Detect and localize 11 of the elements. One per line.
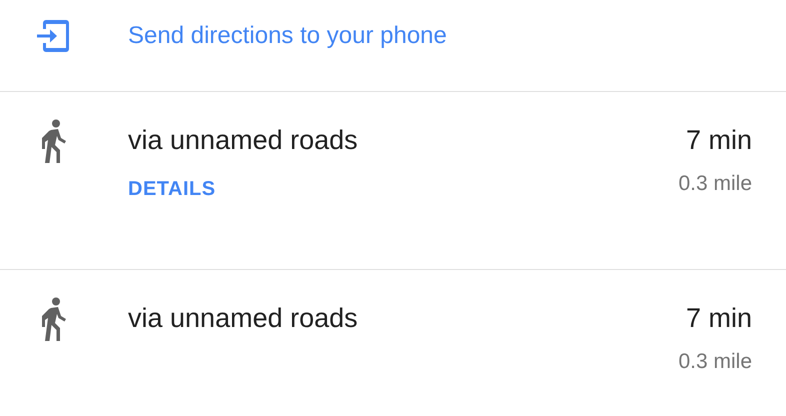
distance: 0.3 mile (678, 172, 752, 196)
walking-person-icon (42, 119, 66, 163)
route-name: via unnamed roads (128, 124, 358, 156)
send-directions-link[interactable]: Send directions to your phone (128, 22, 447, 50)
send-to-phone-icon[interactable] (36, 18, 70, 54)
travel-time: 7 min (686, 302, 752, 334)
details-link[interactable]: DETAILS (128, 178, 216, 201)
walking-person-icon (42, 297, 66, 341)
distance: 0.3 mile (678, 350, 752, 374)
route-name: via unnamed roads (128, 302, 358, 334)
travel-time: 7 min (686, 124, 752, 156)
